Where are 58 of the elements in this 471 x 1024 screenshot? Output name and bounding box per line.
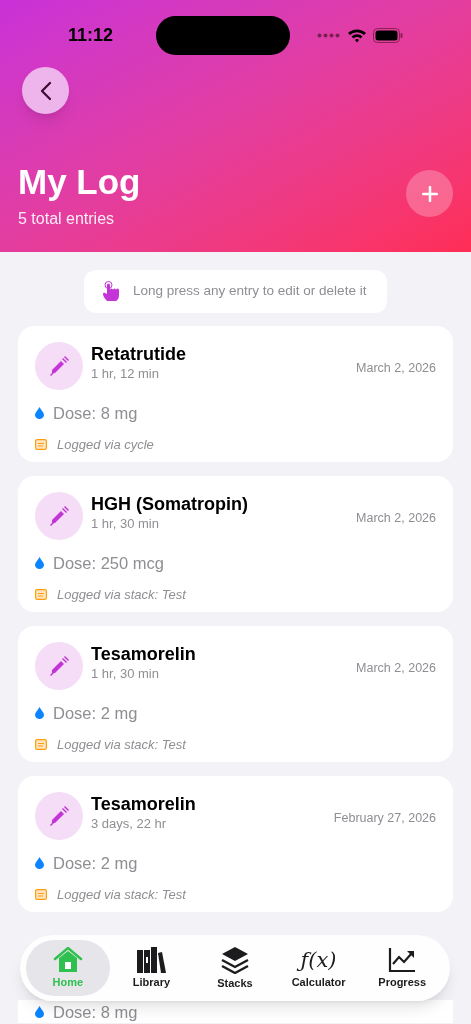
drop-icon bbox=[35, 707, 44, 720]
syringe-icon bbox=[48, 805, 70, 827]
entry-name: Retatrutide bbox=[91, 343, 187, 365]
entry-card[interactable]: Tesamorelin 3 days, 22 hr February 27, 2026 Dose: 2 mg Logged via stack: Test bbox=[18, 776, 453, 912]
entry-date: March 2, 2026 bbox=[356, 360, 436, 377]
entry-time-ago: 1 hr, 12 min bbox=[91, 365, 160, 383]
entry-time-ago: 1 hr, 30 min bbox=[91, 665, 160, 683]
entry-source: Logged via cycle bbox=[57, 435, 154, 454]
tip-text: Long press any entry to edit or delete it bbox=[133, 282, 367, 301]
syringe-icon bbox=[48, 655, 70, 677]
drop-icon bbox=[35, 557, 44, 570]
battery-icon bbox=[373, 27, 403, 43]
entry-card[interactable]: Retatrutide 1 hr, 12 min March 2, 2026 Dose: 8 mg Logged via cycle bbox=[18, 326, 453, 462]
stacked-layers-icon bbox=[221, 946, 249, 974]
entry-time-ago: 1 hr, 30 min bbox=[91, 515, 160, 533]
back-button[interactable] bbox=[22, 67, 69, 114]
entry-dose: Dose: 2 mg bbox=[53, 703, 138, 724]
entry-card[interactable]: HGH (Somatropin) 1 hr, 30 min March 2, 2026 Dose: 250 mcg Logged via stack: Test bbox=[18, 476, 453, 612]
signal-icon bbox=[317, 32, 341, 38]
entry-date: March 2, 2026 bbox=[356, 510, 436, 527]
entry-dose: Dose: 8 mg bbox=[53, 1002, 138, 1023]
entry-dose: Dose: 8 mg bbox=[53, 403, 138, 424]
syringe-icon bbox=[48, 505, 70, 527]
entry-dose: Dose: 2 mg bbox=[53, 853, 138, 874]
entry-source: Logged via stack: Test bbox=[57, 885, 186, 904]
drop-icon bbox=[35, 857, 44, 870]
note-icon bbox=[35, 739, 47, 750]
tab-item[interactable]: Library bbox=[109, 940, 194, 996]
note-icon bbox=[35, 889, 47, 900]
entry-card[interactable]: Tesamorelin 1 hr, 30 min March 2, 2026 Dose: 2 mg Logged via stack: Test bbox=[18, 626, 453, 762]
page-title: My Log bbox=[18, 162, 141, 202]
entry-date: February 27, 2026 bbox=[333, 810, 436, 827]
entry-name: Tesamorelin bbox=[91, 643, 197, 665]
entry-source: Logged via stack: Test bbox=[57, 585, 186, 604]
drop-icon bbox=[35, 407, 44, 420]
drop-icon bbox=[35, 1006, 44, 1019]
entry-name: Tesamorelin bbox=[91, 793, 197, 815]
wifi-icon bbox=[347, 27, 367, 43]
entry-dose: Dose: 250 mcg bbox=[53, 553, 164, 574]
pointing-hand-icon bbox=[101, 280, 121, 303]
syringe-icon bbox=[48, 355, 70, 377]
home-icon bbox=[52, 947, 83, 973]
plus-icon bbox=[421, 185, 438, 202]
tab-item[interactable]: ƒ(x) Calculator bbox=[276, 940, 361, 996]
entries-count: 5 total entries bbox=[18, 209, 116, 229]
line-chart-icon bbox=[388, 947, 417, 973]
add-button[interactable] bbox=[406, 170, 453, 217]
entry-date: March 2, 2026 bbox=[356, 660, 436, 677]
books-icon bbox=[136, 947, 167, 973]
status-time: 11:12 bbox=[68, 23, 115, 47]
note-icon bbox=[35, 589, 47, 600]
tab-item[interactable]: Progress bbox=[360, 940, 444, 996]
chevron-left-icon bbox=[39, 80, 52, 101]
entry-time-ago: 3 days, 22 hr bbox=[91, 815, 168, 833]
note-icon bbox=[35, 439, 47, 450]
tab-item[interactable]: Stacks bbox=[193, 940, 277, 996]
entry-source: Logged via stack: Test bbox=[57, 735, 186, 754]
entry-name: HGH (Somatropin) bbox=[91, 493, 249, 515]
